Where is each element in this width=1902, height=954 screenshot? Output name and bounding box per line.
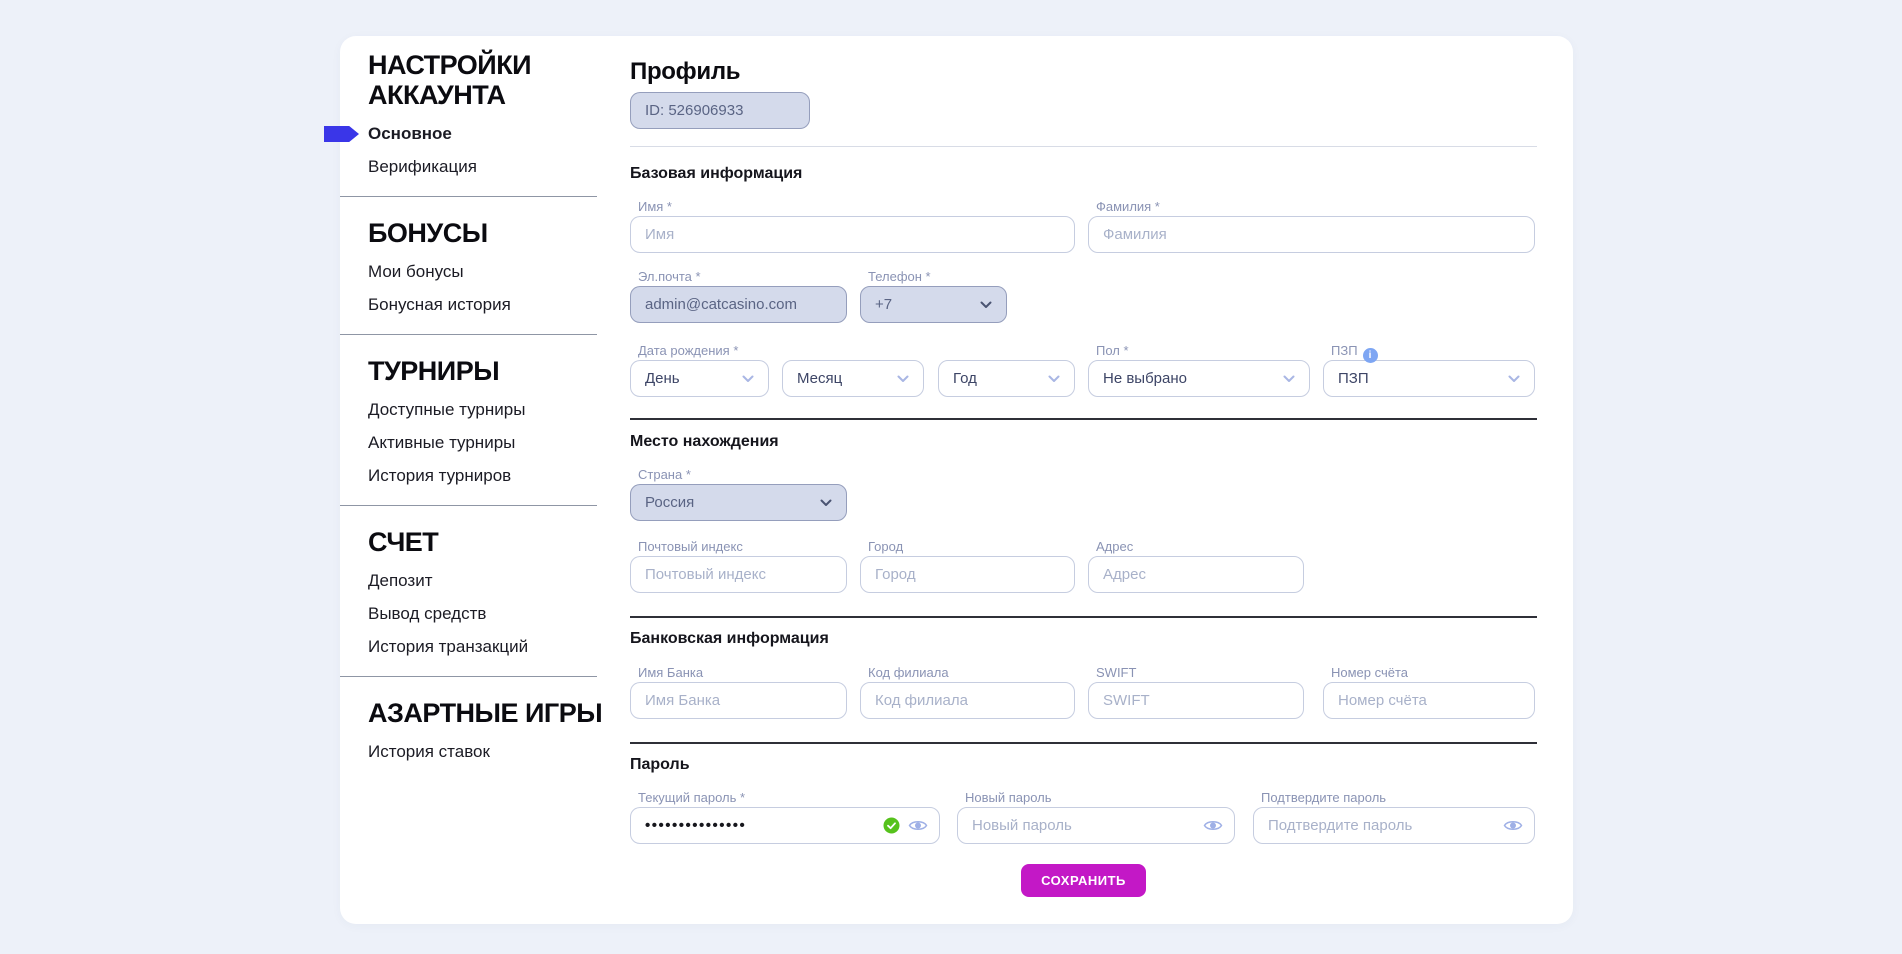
pzp-label-text: ПЗП <box>1331 343 1358 358</box>
postal-code-label: Почтовый индекс <box>638 539 743 554</box>
gender-value: Не выбрано <box>1103 370 1187 387</box>
address-input[interactable] <box>1088 556 1304 593</box>
chevron-down-icon <box>1048 375 1060 383</box>
chevron-down-icon <box>742 375 754 383</box>
section-divider <box>630 616 1537 618</box>
birth-day-value: День <box>645 370 680 387</box>
valid-check-icon <box>883 817 900 834</box>
country-value: Россия <box>645 494 694 511</box>
birth-year-value: Год <box>953 370 977 387</box>
first-name-label: Имя * <box>638 199 672 214</box>
toggle-password-visibility-eye-icon[interactable] <box>1503 819 1523 832</box>
email-label: Эл.почта * <box>638 269 701 284</box>
last-name-label: Фамилия * <box>1096 199 1160 214</box>
birth-month-select[interactable]: Месяц <box>782 360 924 397</box>
toggle-password-visibility-eye-icon[interactable] <box>908 819 928 832</box>
section-title-bank-info: Банковская информация <box>630 630 829 648</box>
gender-label: Пол * <box>1096 343 1129 358</box>
page-title: Профиль <box>630 58 740 86</box>
account-number-input[interactable] <box>1323 682 1535 719</box>
phone-label: Телефон * <box>868 269 931 284</box>
save-button[interactable]: СОХРАНИТЬ <box>1021 864 1146 897</box>
chevron-down-icon <box>820 499 832 507</box>
phone-code-select: +7 <box>860 286 1007 323</box>
profile-content: Профиль Базовая информация Имя * Фамилия… <box>340 36 1573 924</box>
bank-name-label: Имя Банка <box>638 665 703 680</box>
chevron-down-icon <box>980 301 992 309</box>
chevron-down-icon <box>1283 375 1295 383</box>
gender-select[interactable]: Не выбрано <box>1088 360 1310 397</box>
pzp-select[interactable]: ПЗП <box>1323 360 1535 397</box>
account-number-label: Номер счёта <box>1331 665 1408 680</box>
phone-code-value: +7 <box>875 296 892 313</box>
country-select: Россия <box>630 484 847 521</box>
swift-label: SWIFT <box>1096 665 1136 680</box>
new-password-label: Новый пароль <box>965 790 1052 805</box>
postal-code-input[interactable] <box>630 556 847 593</box>
chevron-down-icon <box>897 375 909 383</box>
pzp-label: ПЗП i <box>1331 343 1378 363</box>
chevron-down-icon <box>1508 375 1520 383</box>
new-password-input[interactable] <box>957 807 1235 844</box>
section-title-basic-info: Базовая информация <box>630 165 802 183</box>
birth-year-select[interactable]: Год <box>938 360 1075 397</box>
section-divider <box>630 742 1537 744</box>
birth-date-label: Дата рождения * <box>638 343 738 358</box>
section-title-location: Место нахождения <box>630 433 779 451</box>
first-name-input[interactable] <box>630 216 1075 253</box>
user-id-field <box>630 92 810 129</box>
pzp-value: ПЗП <box>1338 370 1369 387</box>
swift-input[interactable] <box>1088 682 1304 719</box>
confirm-password-input[interactable] <box>1253 807 1535 844</box>
info-icon[interactable]: i <box>1363 348 1378 363</box>
city-label: Город <box>868 539 903 554</box>
city-input[interactable] <box>860 556 1075 593</box>
section-title-password: Пароль <box>630 756 690 774</box>
toggle-password-visibility-eye-icon[interactable] <box>1203 819 1223 832</box>
branch-code-input[interactable] <box>860 682 1075 719</box>
email-field <box>630 286 847 323</box>
birth-day-select[interactable]: День <box>630 360 769 397</box>
branch-code-label: Код филиала <box>868 665 949 680</box>
address-label: Адрес <box>1096 539 1133 554</box>
section-divider <box>630 418 1537 420</box>
country-label: Страна * <box>638 467 691 482</box>
bank-name-input[interactable] <box>630 682 847 719</box>
confirm-password-label: Подтвердите пароль <box>1261 790 1386 805</box>
divider <box>630 146 1537 147</box>
current-password-label: Текущий пароль * <box>638 790 745 805</box>
birth-month-value: Месяц <box>797 370 842 387</box>
account-settings-card: НАСТРОЙКИ АККАУНТА Основное Верификация … <box>340 36 1573 924</box>
last-name-input[interactable] <box>1088 216 1535 253</box>
